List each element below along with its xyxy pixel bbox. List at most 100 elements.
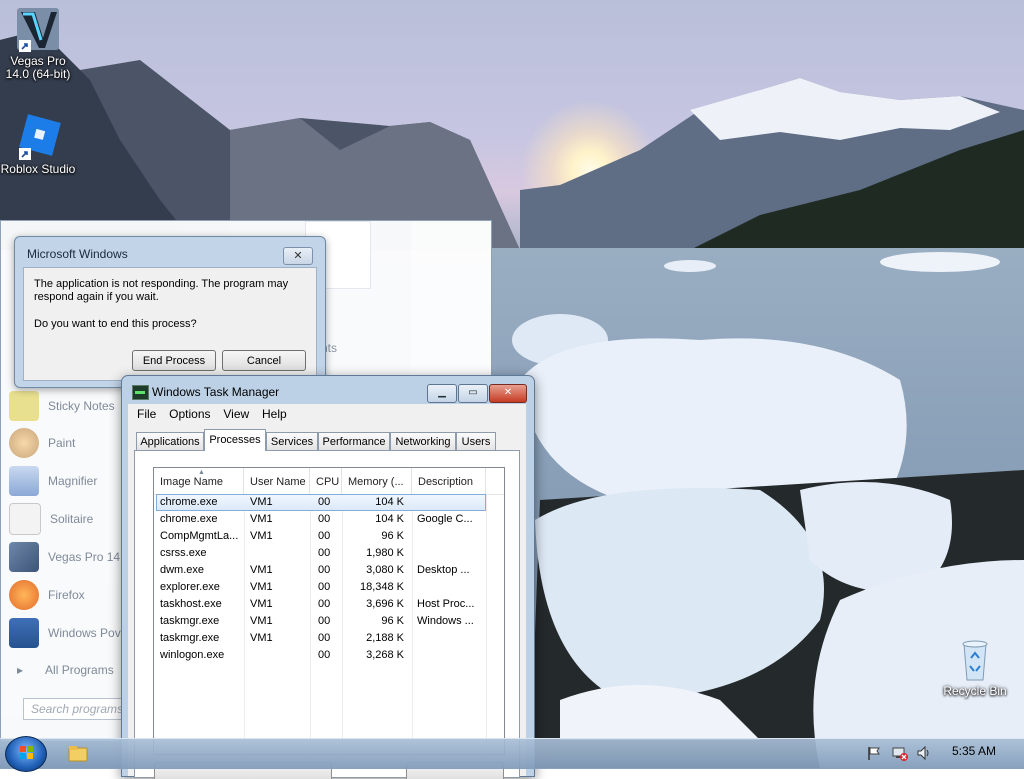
cancel-button[interactable]: Cancel [222,350,306,371]
tab-users[interactable]: Users [456,432,496,450]
start-button[interactable] [5,736,47,772]
cell-cpu: 00 [318,598,331,610]
cell-user-name: VM1 [250,598,273,610]
start-menu-item-sticky-notes[interactable]: Sticky Notes [9,389,129,423]
cell-user-name: VM1 [250,564,273,576]
process-list-header: ▲ Image Name User Name CPU Memory (... D… [154,468,504,495]
close-button[interactable]: ✕ [489,384,527,403]
volume-icon[interactable] [916,745,932,761]
cell-user-name: VM1 [250,496,273,508]
start-menu-item-firefox[interactable]: Firefox [9,578,129,612]
minimize-button[interactable]: ▁ [427,384,457,403]
start-menu-item-label: Firefox [48,588,85,602]
start-menu-item-solitaire[interactable]: Solitaire [9,502,129,536]
tab-networking[interactable]: Networking [390,432,456,450]
tab-processes[interactable]: Processes [204,429,266,451]
start-menu-all-programs[interactable]: ▸ All Programs [17,653,137,687]
desktop-icon-roblox-studio[interactable]: Roblox Studio [0,114,76,176]
sort-ascending-icon: ▲ [198,469,205,476]
table-row[interactable]: csrss.exe 00 1,980 K [154,545,504,562]
task-manager-icon [132,385,149,400]
end-process-button[interactable]: End Process [132,350,216,371]
dialog-close-button[interactable]: ✕ [283,247,313,265]
tab-performance[interactable]: Performance [318,432,390,450]
table-row[interactable]: taskmgr.exe VM1 00 96 K Windows ... [154,613,504,630]
table-row[interactable]: dwm.exe VM1 00 3,080 K Desktop ... [154,562,504,579]
cell-memory: 2,188 K [366,632,404,644]
column-image-name[interactable]: ▲ Image Name [154,468,244,494]
table-row[interactable]: winlogon.exe 00 3,268 K [154,647,504,664]
start-menu-search-input[interactable]: Search programs [23,698,133,720]
start-menu-item-vegas-pro[interactable]: Vegas Pro 14. [9,540,129,574]
table-row[interactable]: chrome.exe VM1 00 104 K [156,494,486,511]
maximize-button[interactable]: ▭ [458,384,488,403]
folder-icon [68,746,88,762]
task-manager-body: Applications Processes Services Performa… [128,424,526,779]
sticky-notes-icon [9,391,39,421]
dialog-title: Microsoft Windows [27,247,128,261]
menu-options[interactable]: Options [169,404,210,424]
cell-cpu: 00 [318,564,331,576]
cell-image-name: chrome.exe [160,513,218,525]
table-row[interactable]: explorer.exe VM1 00 18,348 K [154,579,504,596]
table-row[interactable]: taskmgr.exe VM1 00 2,188 K [154,630,504,647]
clock[interactable]: 5:35 AM [952,744,996,758]
close-icon: ✕ [503,387,513,398]
cell-image-name: taskhost.exe [160,598,222,610]
cell-user-name: VM1 [250,530,273,542]
cell-image-name: csrss.exe [160,547,207,559]
table-row[interactable]: CompMgmtLa... VM1 00 96 K [154,528,504,545]
menu-help[interactable]: Help [262,404,287,424]
desktop-icon-label: Roblox Studio [0,162,76,176]
cell-cpu: 00 [318,649,331,661]
dialog-question: Do you want to end this process? [34,318,197,330]
column-memory[interactable]: Memory (... [342,468,412,494]
start-menu-item-label: Vegas Pro 14. [48,550,124,564]
table-row[interactable]: taskhost.exe VM1 00 3,696 K Host Proc... [154,596,504,613]
action-center-flag-icon[interactable] [866,745,882,761]
start-menu-item-label: Paint [48,436,76,450]
powershell-icon [9,618,39,648]
chevron-right-icon: ▸ [17,663,24,677]
start-menu-item-label: Solitaire [50,512,94,526]
column-user-name[interactable]: User Name [244,468,310,494]
tab-services[interactable]: Services [266,432,318,450]
cell-image-name: CompMgmtLa... [160,530,239,542]
cell-image-name: explorer.exe [160,581,220,593]
start-menu-item-paint[interactable]: Paint [9,426,129,460]
cell-cpu: 00 [318,581,331,593]
taskbar-explorer-button[interactable] [58,741,98,768]
menu-view[interactable]: View [223,404,249,424]
processes-panel: ▲ Image Name User Name CPU Memory (... D… [134,450,520,778]
cell-memory: 104 K [375,513,404,525]
column-description[interactable]: Description [412,468,486,494]
maximize-icon: ▭ [468,387,478,398]
cell-cpu: 00 [318,632,331,644]
vegas-pro-icon [9,542,39,572]
cell-memory: 3,696 K [366,598,404,610]
cell-description: Host Proc... [417,598,475,610]
table-row[interactable]: chrome.exe VM1 00 104 K Google C... [154,511,504,528]
start-menu-item-label: Sticky Notes [48,399,115,413]
paint-icon [9,428,39,458]
recycle-bin-icon [952,636,998,682]
network-icon[interactable] [891,745,909,761]
desktop-icon-recycle-bin[interactable]: Recycle Bin [937,636,1013,698]
start-menu-item-label: Magnifier [48,474,98,488]
cell-memory: 3,080 K [366,564,404,576]
desktop-icon-label: 14.0 (64-bit) [5,67,71,81]
menu-file[interactable]: File [137,404,156,424]
column-cpu[interactable]: CPU [310,468,342,494]
cell-memory: 3,268 K [366,649,404,661]
cell-description: Google C... [417,513,473,525]
desktop-icon-label: Recycle Bin [943,684,1007,698]
cell-user-name: VM1 [250,615,273,627]
firefox-icon [9,580,39,610]
start-menu-item-windows-powershell[interactable]: Windows Pov [9,616,129,650]
cell-memory: 18,348 K [359,581,404,593]
tab-applications[interactable]: Applications [136,432,204,450]
cell-user-name: VM1 [250,632,273,644]
desktop-icon-vegas-pro[interactable]: Vegas Pro 14.0 (64-bit) [0,6,76,81]
start-menu-item-magnifier[interactable]: Magnifier [9,464,129,498]
cell-cpu: 00 [318,547,331,559]
